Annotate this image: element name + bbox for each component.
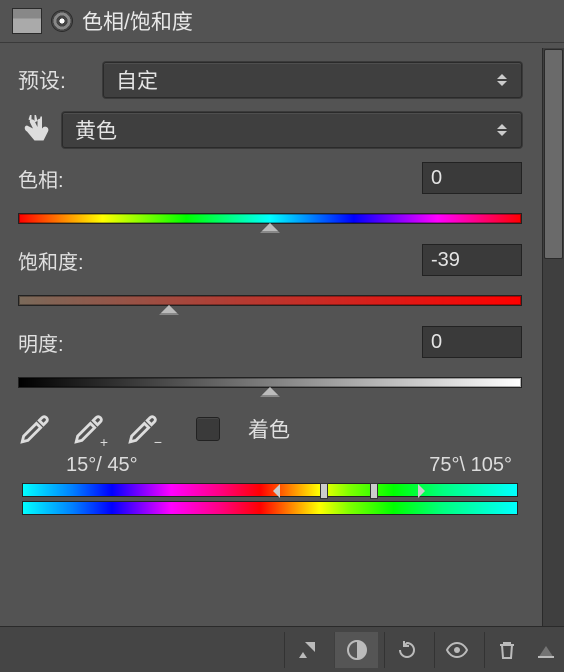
hue-saturation-panel: 色相/饱和度 预设: 自定 黄色 色相: 0 — [0, 0, 564, 672]
eyedropper-row: + − 着色 — [18, 412, 522, 446]
lightness-label: 明度: — [18, 328, 64, 357]
preset-row: 预设: 自定 — [18, 62, 522, 98]
saturation-group: 饱和度: -39 — [18, 244, 522, 308]
eyedropper-button[interactable] — [18, 412, 52, 446]
saturation-track — [18, 295, 522, 306]
range-right-label: 75°\ 105° — [429, 454, 512, 477]
range-bar-bottom — [22, 501, 518, 515]
panel-title: 色相/饱和度 — [82, 6, 193, 36]
visibility-button[interactable] — [434, 632, 478, 668]
eyedropper-subtract-button[interactable]: − — [126, 412, 160, 446]
chevron-updown-icon — [495, 69, 509, 91]
channel-row: 黄色 — [18, 112, 522, 148]
minus-icon: − — [154, 434, 162, 450]
channel-value: 黄色 — [75, 115, 117, 145]
range-labels: 15°/ 45° 75°\ 105° — [66, 454, 512, 477]
reset-button[interactable] — [384, 632, 428, 668]
range-inner-left-handle[interactable] — [320, 483, 328, 499]
plus-icon: + — [100, 434, 108, 450]
preset-label: 预设: — [18, 65, 103, 95]
target-icon[interactable] — [52, 11, 72, 31]
lightness-value-input[interactable]: 0 — [422, 326, 522, 358]
panel-header: 色相/饱和度 — [0, 0, 564, 43]
hue-value-input[interactable]: 0 — [422, 162, 522, 194]
lightness-slider[interactable] — [18, 372, 522, 390]
hue-slider[interactable] — [18, 208, 522, 226]
range-fade-left-handle[interactable] — [266, 484, 280, 498]
preset-value: 自定 — [116, 65, 158, 95]
scrub-hand-icon[interactable] — [18, 112, 54, 148]
channel-select[interactable]: 黄色 — [62, 112, 522, 148]
panel-scrollbar[interactable] — [542, 48, 564, 626]
preset-select[interactable]: 自定 — [103, 62, 522, 98]
panel-body: 预设: 自定 黄色 色相: 0 — [0, 44, 540, 529]
range-bar-top[interactable] — [22, 483, 518, 497]
saturation-slider[interactable] — [18, 290, 522, 308]
eyedropper-add-button[interactable]: + — [72, 412, 106, 446]
chevron-updown-icon — [495, 119, 509, 141]
range-inner-right-handle[interactable] — [370, 483, 378, 499]
more-button[interactable] — [534, 632, 558, 668]
colorize-label: 着色 — [248, 414, 290, 444]
lightness-group: 明度: 0 — [18, 326, 522, 390]
trash-button[interactable] — [484, 632, 528, 668]
scrollbar-thumb[interactable] — [544, 49, 563, 259]
preset-icon[interactable] — [12, 8, 42, 34]
hue-label: 色相: — [18, 164, 64, 193]
bottom-toolbar — [0, 626, 564, 672]
adjustment-button[interactable] — [334, 632, 378, 668]
colorize-checkbox[interactable] — [196, 417, 220, 441]
saturation-value-input[interactable]: -39 — [422, 244, 522, 276]
hue-group: 色相: 0 — [18, 162, 522, 226]
range-fade-right-handle[interactable] — [418, 484, 432, 498]
clip-mask-button[interactable] — [284, 632, 328, 668]
saturation-label: 饱和度: — [18, 246, 84, 275]
range-left-label: 15°/ 45° — [66, 454, 138, 477]
